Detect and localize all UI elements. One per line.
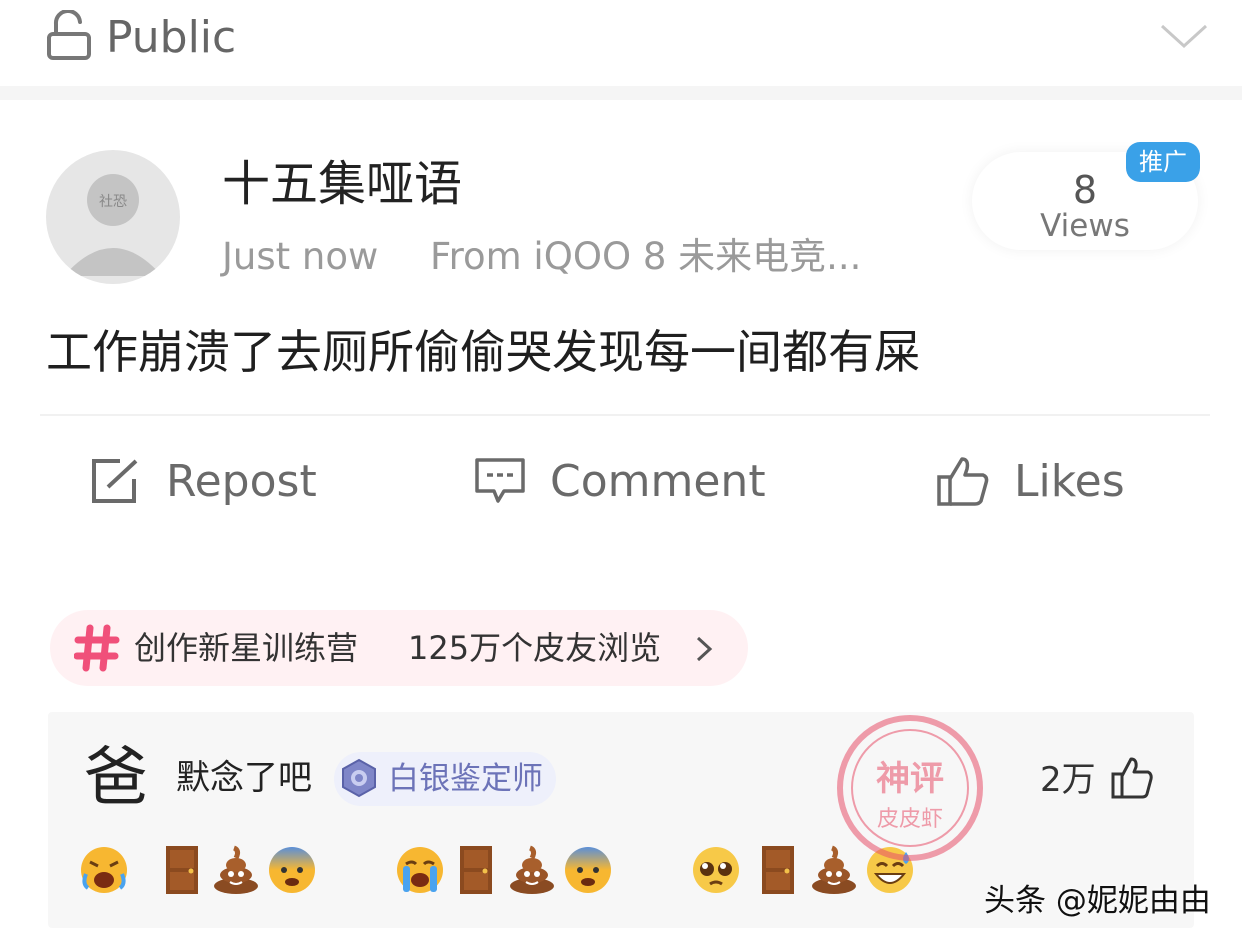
chevron-right-icon: [696, 636, 713, 662]
stamp-subtitle: 皮皮虾: [877, 807, 943, 832]
fearful-face-emoji: [562, 844, 614, 896]
tired-face-emoji: [78, 844, 130, 896]
avatar-text: 社恐: [99, 194, 127, 210]
comment-icon: [475, 458, 525, 503]
promo-badge[interactable]: 推广: [1126, 142, 1200, 182]
door-emoji: [156, 844, 208, 896]
topic-name[interactable]: 创作新星训练营: [134, 622, 358, 674]
poo-emoji: [210, 844, 262, 896]
lock-open-icon[interactable]: [46, 10, 92, 60]
author-name[interactable]: 十五集哑语: [222, 154, 462, 214]
divider: [0, 86, 1242, 100]
repost-button[interactable]: Repost: [90, 444, 317, 518]
fearful-face-emoji: [266, 844, 318, 896]
comment-label: Comment: [550, 455, 766, 507]
poo-emoji: [506, 844, 558, 896]
divider: [40, 414, 1210, 416]
post-source: From iQOO 8 未来电竞...: [430, 235, 862, 278]
avatar[interactable]: 社恐: [46, 150, 180, 284]
default-avatar-icon: 社恐: [64, 174, 162, 276]
top-comment-stamp: 神评 皮皮虾: [837, 715, 983, 861]
chevron-down-icon[interactable]: [1158, 18, 1210, 54]
comment-button[interactable]: Comment: [474, 444, 766, 518]
silver-badge-icon: [342, 758, 376, 798]
topic-views: 125万个皮友浏览: [408, 629, 662, 667]
comment-like-count: 2万: [1040, 760, 1096, 800]
watermark: 头条 @妮妮由由: [984, 883, 1211, 919]
post-time: Just now: [222, 235, 379, 278]
visibility-label[interactable]: Public: [106, 10, 236, 66]
comment-text: 默念了吧: [176, 758, 312, 798]
likes-button[interactable]: Likes: [936, 444, 1125, 518]
pleading-face-emoji: [690, 844, 742, 896]
badge-label: 白银鉴定师: [388, 761, 543, 797]
hashtag-icon: [74, 624, 120, 672]
repost-icon: [92, 459, 138, 503]
crying-face-emoji: [394, 844, 446, 896]
repost-label: Repost: [166, 455, 317, 507]
thumbs-up-icon[interactable]: [1110, 756, 1154, 800]
commenter-avatar[interactable]: 爸: [84, 738, 148, 818]
door-emoji: [752, 844, 804, 896]
post-text: 工作崩溃了去厕所偷偷哭发现每一间都有屎: [46, 325, 920, 379]
thumbs-up-icon: [937, 457, 989, 506]
door-emoji: [450, 844, 502, 896]
likes-label: Likes: [1014, 455, 1125, 507]
views-label: Views: [1040, 208, 1130, 244]
stamp-title: 神评: [876, 759, 944, 799]
